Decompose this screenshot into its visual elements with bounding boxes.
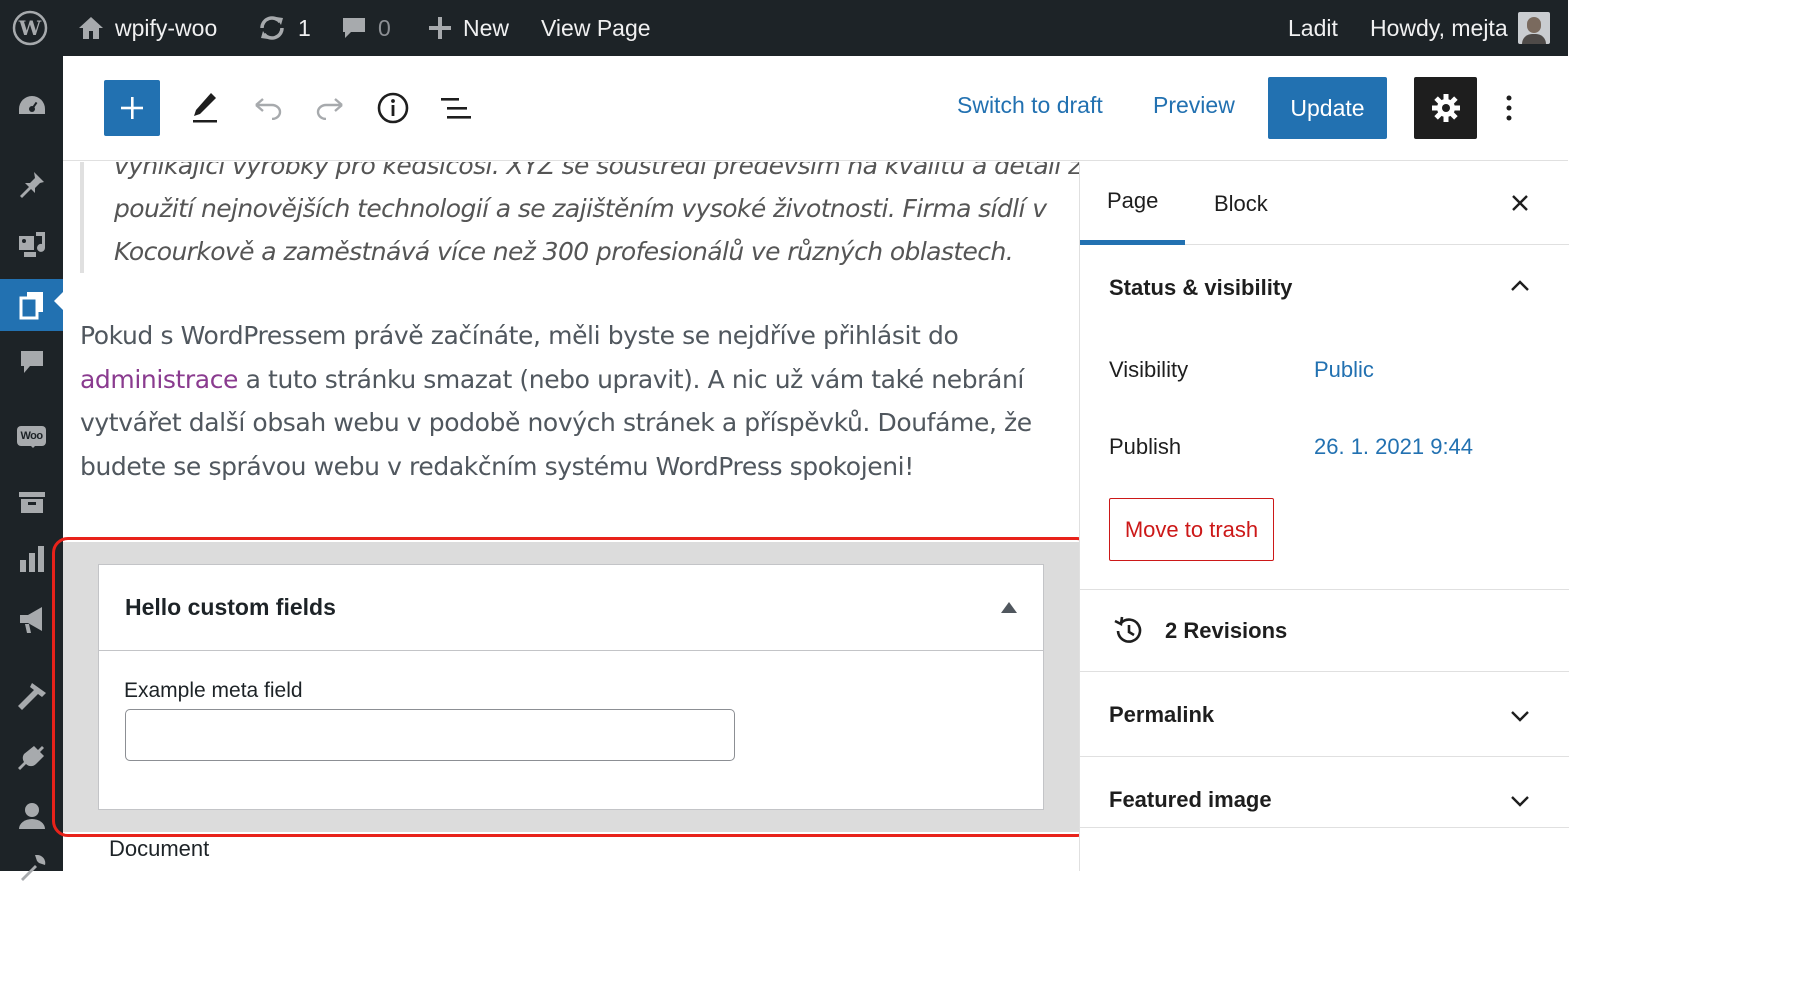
debug-link[interactable]: Ladit — [1288, 0, 1338, 56]
switch-to-draft-button[interactable]: Switch to draft — [957, 92, 1103, 119]
redo-button[interactable] — [306, 84, 354, 132]
quote-block[interactable]: vynikající výrobky pro kedsicosi. XYZ se… — [80, 162, 1079, 273]
updates-count: 1 — [298, 14, 311, 41]
quote-line: vynikající výrobky pro kedsicosi. XYZ se… — [114, 162, 1079, 180]
list-view-button[interactable] — [432, 84, 480, 132]
featured-image-panel-toggle[interactable]: Featured image — [1109, 787, 1272, 813]
metabox-header[interactable]: Hello custom fields — [99, 565, 1043, 651]
divider — [1080, 756, 1569, 757]
divider — [1080, 827, 1569, 828]
visibility-label: Visibility — [1109, 357, 1189, 382]
quote-line: Kocourkově a zaměstnává více než 300 pro… — [114, 237, 1014, 266]
updates-link[interactable]: 1 — [256, 0, 311, 56]
megaphone-icon[interactable] — [0, 598, 63, 642]
divider — [1080, 589, 1569, 590]
plus-icon — [427, 15, 453, 41]
visibility-toggle[interactable]: Public — [1314, 357, 1374, 383]
comments-count: 0 — [378, 14, 391, 41]
debug-label: Ladit — [1288, 14, 1338, 41]
close-sidebar-button[interactable] — [1505, 188, 1535, 218]
example-meta-field-label: Example meta field — [124, 679, 303, 702]
revisions-link[interactable]: 2 Revisions — [1165, 618, 1287, 644]
tab-block[interactable]: Block — [1187, 162, 1295, 245]
publish-label: Publish — [1109, 434, 1182, 459]
admin-menu: Woo — [0, 56, 63, 881]
info-icon — [377, 92, 409, 124]
publish-date-toggle[interactable]: 26. 1. 2021 9:44 — [1314, 434, 1473, 460]
meta-boxes-area: Hello custom fields Example meta field — [63, 542, 1079, 832]
admin-bar: W wpify-woo 1 0 New View Page Ladit Howd… — [0, 0, 1568, 56]
users-icon[interactable] — [0, 794, 63, 838]
media-icon[interactable] — [0, 222, 63, 266]
user-greeting: Howdy, mejta — [1370, 14, 1508, 41]
administrace-link[interactable]: administrace — [80, 365, 238, 394]
site-name-link[interactable]: wpify-woo — [77, 0, 217, 56]
appearance-icon[interactable] — [0, 675, 63, 719]
dashboard-icon[interactable] — [0, 84, 63, 128]
comment-icon — [340, 15, 368, 41]
revisions-history-icon — [1114, 616, 1142, 643]
new-content-link[interactable]: New — [427, 0, 509, 56]
move-to-trash-button[interactable]: Move to trash — [1109, 498, 1274, 561]
avatar — [1517, 12, 1550, 44]
user-account-link[interactable]: Howdy, mejta — [1370, 0, 1550, 56]
pin-icon[interactable] — [0, 162, 63, 206]
comments-link[interactable]: 0 — [340, 0, 391, 56]
chevron-up-icon[interactable] — [1508, 278, 1532, 294]
collapse-triangle-icon[interactable] — [1001, 602, 1017, 613]
comments-icon[interactable] — [0, 340, 63, 384]
plugins-icon[interactable] — [0, 736, 63, 780]
more-vertical-icon — [1506, 95, 1512, 121]
sidebar-tabs: Page Block — [1080, 162, 1569, 245]
chevron-down-icon[interactable] — [1508, 793, 1532, 809]
pages-icon[interactable] — [0, 279, 63, 331]
permalink-panel-toggle[interactable]: Permalink — [1109, 702, 1214, 728]
tab-page[interactable]: Page — [1080, 162, 1186, 245]
plus-icon — [121, 97, 143, 119]
quote-line: použití nejnovějších technologií a se za… — [114, 194, 1047, 223]
more-options-button[interactable] — [1495, 86, 1523, 130]
close-icon — [1512, 195, 1528, 211]
home-icon — [77, 15, 105, 41]
chevron-down-icon[interactable] — [1508, 708, 1532, 724]
details-button[interactable] — [369, 84, 417, 132]
status-visibility-title[interactable]: Status & visibility — [1109, 275, 1292, 301]
undo-icon — [255, 98, 282, 120]
paragraph-block[interactable]: Pokud s WordPressem právě začínáte, měli… — [80, 314, 1040, 488]
svg-text:W: W — [18, 16, 42, 40]
archive-icon[interactable] — [0, 480, 63, 524]
woocommerce-icon[interactable]: Woo — [0, 414, 63, 458]
tools-icon[interactable] — [0, 846, 63, 890]
new-label: New — [463, 14, 510, 41]
document-breadcrumb[interactable]: Document — [109, 836, 209, 862]
preview-button[interactable]: Preview — [1153, 92, 1235, 119]
analytics-icon[interactable] — [0, 537, 63, 581]
gear-icon — [1431, 94, 1460, 122]
block-inserter-button[interactable] — [104, 80, 160, 136]
editor-toolbar: Switch to draft Preview Update — [63, 56, 1568, 161]
view-page-link[interactable]: View Page — [541, 0, 651, 56]
woo-badge: Woo — [17, 426, 46, 448]
editor-content: vynikající výrobky pro kedsicosi. XYZ se… — [63, 162, 1079, 871]
view-page-label: View Page — [541, 14, 651, 41]
undo-button[interactable] — [244, 84, 292, 132]
edit-tools-button[interactable] — [181, 84, 229, 132]
paragraph-text: Pokud s WordPressem právě začínáte, měli… — [80, 321, 959, 350]
update-button[interactable]: Update — [1268, 77, 1387, 139]
settings-sidebar: Page Block Status & visibility Visibilit… — [1079, 162, 1569, 871]
updates-icon — [256, 14, 288, 42]
wordpress-logo-icon[interactable]: W — [12, 0, 48, 56]
custom-fields-metabox: Hello custom fields Example meta field — [98, 564, 1044, 810]
settings-button[interactable] — [1414, 77, 1477, 139]
site-name-label: wpify-woo — [115, 14, 218, 41]
example-meta-field-input[interactable] — [125, 709, 735, 761]
list-view-icon — [441, 98, 471, 119]
redo-icon — [316, 98, 343, 120]
divider — [1080, 671, 1569, 672]
pencil-icon — [193, 93, 217, 123]
metabox-title: Hello custom fields — [125, 594, 336, 620]
